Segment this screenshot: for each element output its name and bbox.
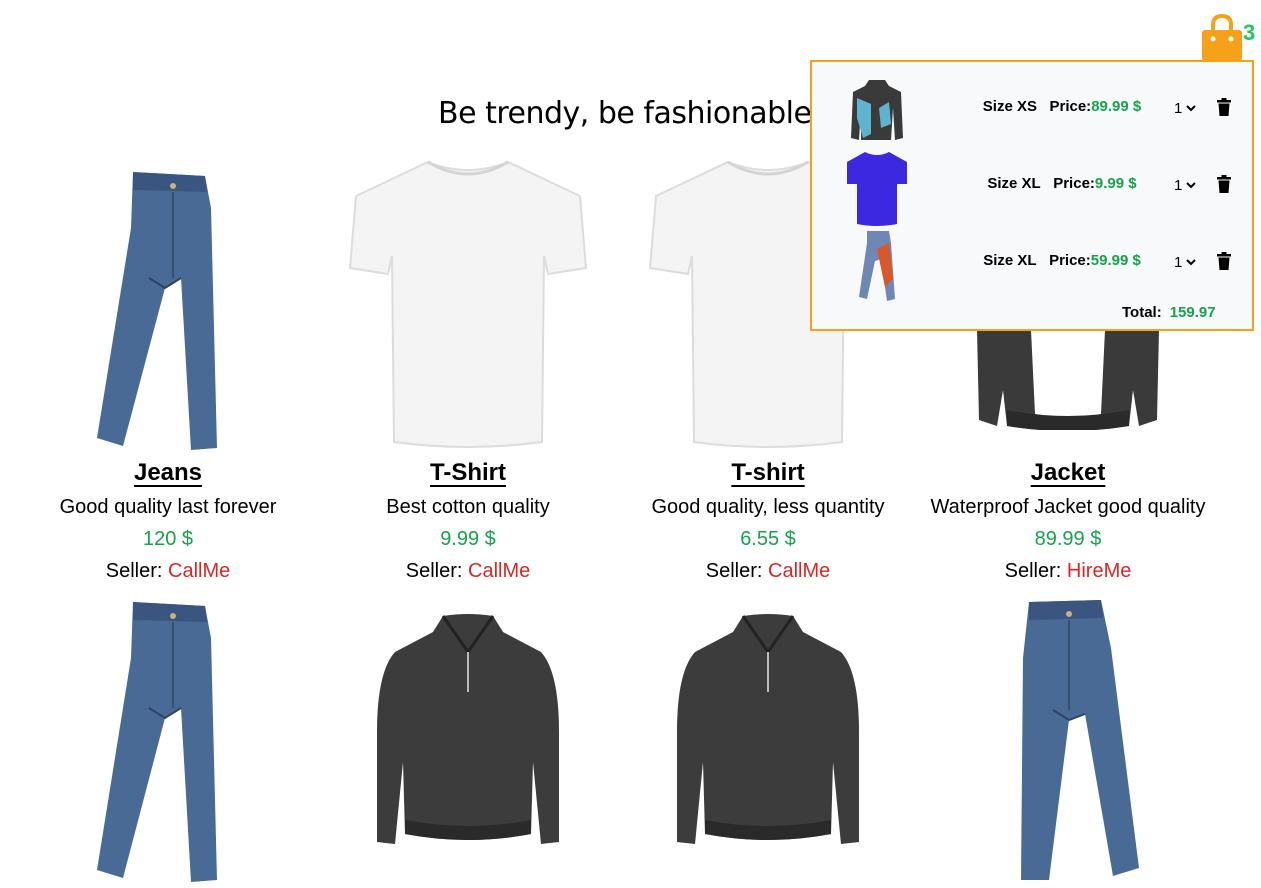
seller-label: Seller: bbox=[405, 560, 463, 582]
product-seller: Seller: HireMe bbox=[918, 560, 1218, 583]
trash-icon[interactable] bbox=[1216, 175, 1232, 193]
product-description: Good quality, less quantity bbox=[651, 496, 885, 518]
chevron-down-icon bbox=[1186, 105, 1197, 112]
product-name[interactable]: Jeans bbox=[18, 459, 318, 487]
product-image[interactable] bbox=[618, 612, 918, 858]
product-description: Good quality last forever bbox=[59, 496, 277, 518]
quantity-select[interactable]: 1 bbox=[1174, 250, 1208, 274]
cart-item: Size XL Price:59.99 $ 1 bbox=[812, 230, 1252, 301]
cart-count-badge: 3 bbox=[1243, 20, 1256, 45]
product-seller: Seller: CallMe bbox=[318, 560, 618, 583]
cart-item-price: 89.99 $ bbox=[1091, 98, 1142, 115]
cart-item-size: Size XL bbox=[983, 252, 1037, 269]
cart-dropdown: Size XS Price:89.99 $ 1 Size XL Price:9.… bbox=[810, 60, 1254, 331]
product-image[interactable] bbox=[918, 598, 1218, 884]
product-name[interactable]: T-Shirt bbox=[318, 459, 618, 487]
seller-link[interactable]: CallMe bbox=[768, 560, 830, 582]
cart-total: Total: 159.97 bbox=[1122, 304, 1216, 321]
cart-item-price: 59.99 $ bbox=[1090, 252, 1141, 269]
quantity-select[interactable]: 1 bbox=[1174, 173, 1208, 197]
quantity-select[interactable]: 1 bbox=[1174, 96, 1208, 120]
cart-item-thumbnail bbox=[842, 230, 912, 301]
cart-item-info: Size XL Price:9.99 $ bbox=[942, 175, 1182, 192]
seller-link[interactable]: CallMe bbox=[168, 560, 230, 582]
cart-item-info: Size XS Price:89.99 $ bbox=[942, 98, 1182, 115]
quantity-value: 1 bbox=[1174, 176, 1183, 194]
cart-item-info: Size XL Price:59.99 $ bbox=[942, 252, 1182, 269]
seller-label: Seller: bbox=[705, 560, 763, 582]
cart-item-price: 9.99 $ bbox=[1094, 175, 1137, 192]
shopping-bag-icon bbox=[1202, 14, 1242, 61]
cart-item-thumbnail bbox=[842, 76, 912, 146]
product-image[interactable] bbox=[18, 598, 318, 884]
chevron-down-icon bbox=[1186, 259, 1197, 266]
seller-label: Seller: bbox=[105, 560, 163, 582]
product-name[interactable]: Jacket bbox=[918, 459, 1218, 487]
cart-total-value: 159.97 bbox=[1169, 304, 1216, 321]
quantity-value: 1 bbox=[1174, 253, 1183, 271]
product-description: Best cotton quality bbox=[386, 496, 550, 518]
chevron-down-icon bbox=[1186, 182, 1197, 189]
product-price: 6.55 $ bbox=[740, 528, 796, 550]
product-image[interactable] bbox=[318, 612, 618, 858]
cart-item: Size XS Price:89.99 $ 1 bbox=[812, 76, 1252, 146]
cart-item-price-label: Price: bbox=[1049, 98, 1092, 115]
cart-item-price-label: Price: bbox=[1053, 175, 1095, 192]
cart-item-size: Size XL bbox=[987, 175, 1041, 192]
quantity-value: 1 bbox=[1174, 99, 1183, 117]
product-description: Waterproof Jacket good quality bbox=[930, 496, 1206, 518]
product-seller: Seller: CallMe bbox=[18, 560, 318, 583]
cart-total-label: Total: bbox=[1122, 304, 1162, 321]
product-price: 89.99 $ bbox=[1034, 528, 1102, 550]
product-image[interactable] bbox=[18, 168, 318, 452]
product-price: 9.99 $ bbox=[440, 528, 496, 550]
product-seller: Seller: CallMe bbox=[618, 560, 918, 583]
cart-item-size: Size XS bbox=[982, 98, 1037, 115]
product-image[interactable] bbox=[318, 160, 618, 452]
cart-item-thumbnail bbox=[842, 152, 912, 226]
trash-icon[interactable] bbox=[1216, 98, 1232, 116]
cart-item: Size XL Price:9.99 $ 1 bbox=[812, 152, 1252, 226]
seller-link[interactable]: CallMe bbox=[468, 560, 530, 582]
cart-button[interactable]: 3 bbox=[1200, 14, 1260, 64]
trash-icon[interactable] bbox=[1216, 252, 1232, 270]
cart-item-price-label: Price: bbox=[1049, 252, 1091, 269]
seller-link[interactable]: HireMe bbox=[1067, 560, 1131, 582]
product-image[interactable] bbox=[918, 330, 1218, 430]
product-price: 120 $ bbox=[142, 528, 194, 550]
product-name[interactable]: T-shirt bbox=[618, 459, 918, 487]
seller-label: Seller: bbox=[1004, 560, 1062, 582]
